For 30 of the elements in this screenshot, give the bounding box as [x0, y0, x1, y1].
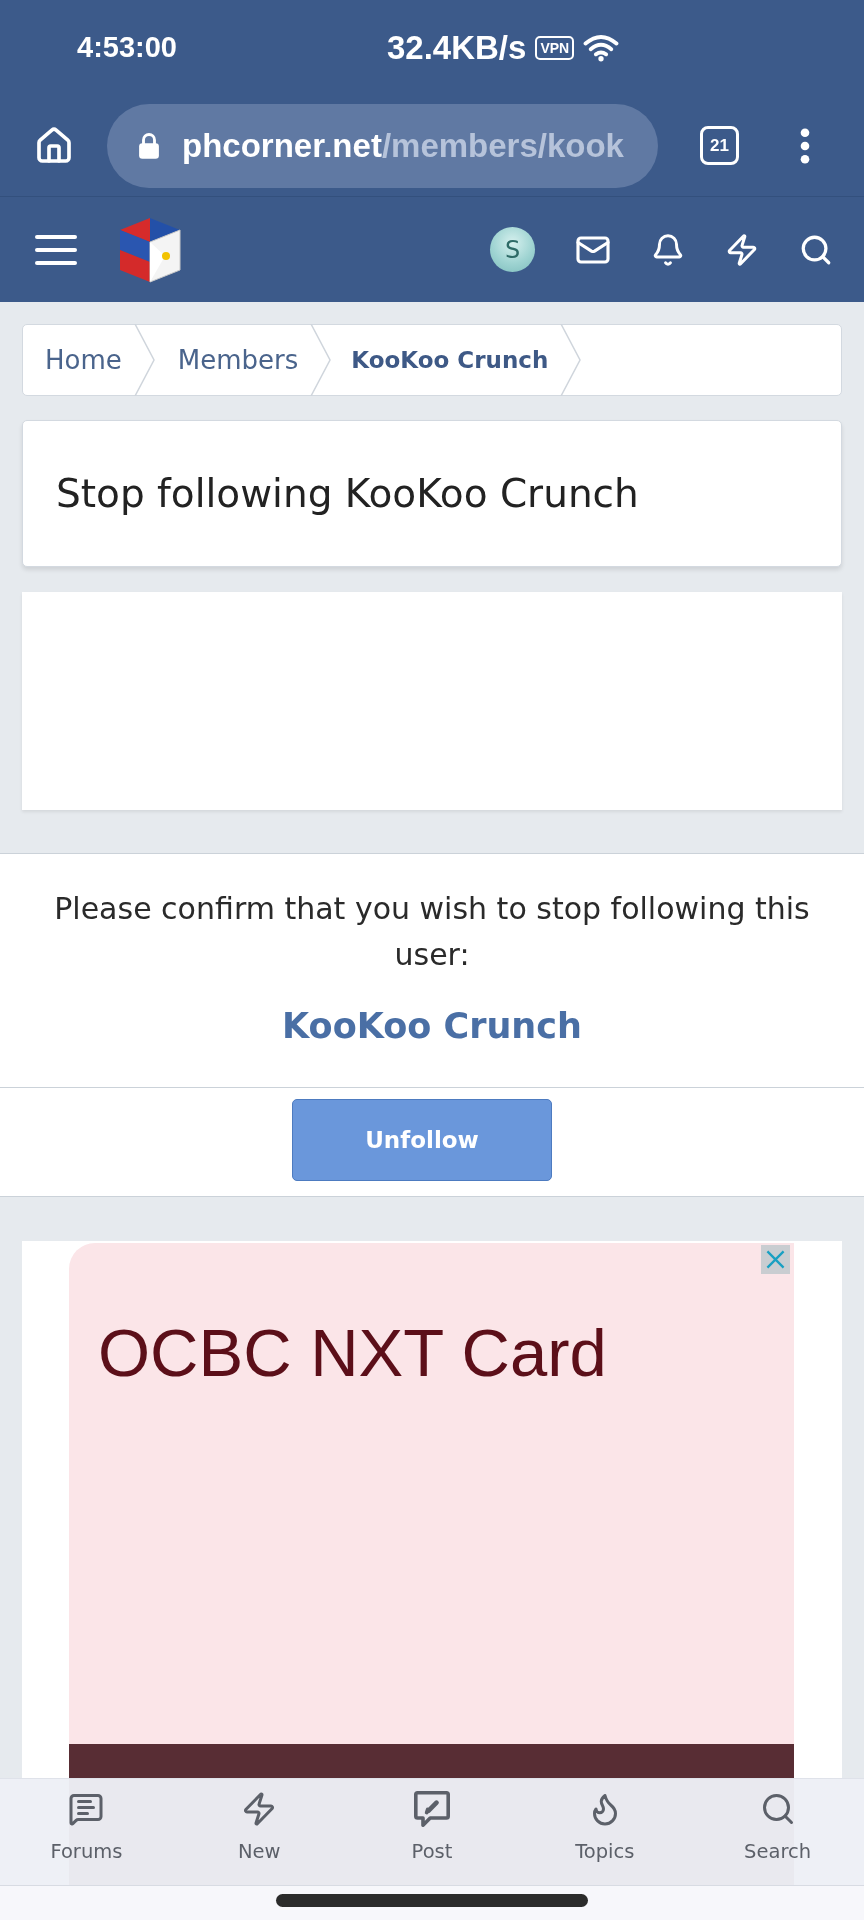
pencil-bubble-icon — [414, 1791, 450, 1827]
lightning-icon[interactable] — [725, 232, 759, 267]
page-title: Stop following KooKoo Crunch — [56, 471, 639, 516]
address-bar[interactable]: phcorner.net/members/kook — [107, 103, 658, 188]
lock-icon — [138, 132, 160, 159]
breadcrumb-link[interactable]: KooKoo Crunch — [332, 347, 549, 373]
speech-bubble-icon — [68, 1791, 105, 1827]
bottom-nav-button[interactable]: Post — [345, 1779, 519, 1885]
menu-icon[interactable] — [35, 233, 77, 266]
ad-headline: OCBC NXT Card — [98, 1315, 608, 1390]
close-icon — [766, 1250, 785, 1269]
bottom-nav-button[interactable]: Search — [691, 1779, 864, 1885]
bell-icon[interactable] — [651, 232, 685, 267]
tab-count-button[interactable]: 21 — [700, 126, 739, 165]
avatar[interactable]: S — [490, 227, 535, 272]
breadcrumb-link[interactable]: Home — [23, 345, 122, 375]
home-icon[interactable] — [34, 125, 74, 166]
unfollow-button[interactable]: Unfollow — [292, 1099, 552, 1181]
bottom-nav-button[interactable]: Forums — [0, 1779, 173, 1885]
breadcrumb-link[interactable]: Members — [155, 345, 299, 375]
confirm-message: Please confirm that you wish to stop following this user: — [53, 890, 811, 974]
status-time: 4:53:00 — [77, 31, 177, 64]
username-link[interactable]: KooKoo Crunch — [282, 1002, 582, 1050]
bottom-nav-button[interactable]: Topics — [518, 1779, 692, 1885]
more-icon[interactable] — [800, 127, 810, 164]
vpn-badge: VPN — [535, 35, 575, 60]
bottom-nav-button[interactable]: New — [172, 1779, 346, 1885]
ad-banner[interactable]: OCBC NXT Card — [69, 1243, 794, 1744]
network-speed: 32.4KB/s — [386, 28, 527, 67]
wifi-icon — [583, 33, 620, 62]
